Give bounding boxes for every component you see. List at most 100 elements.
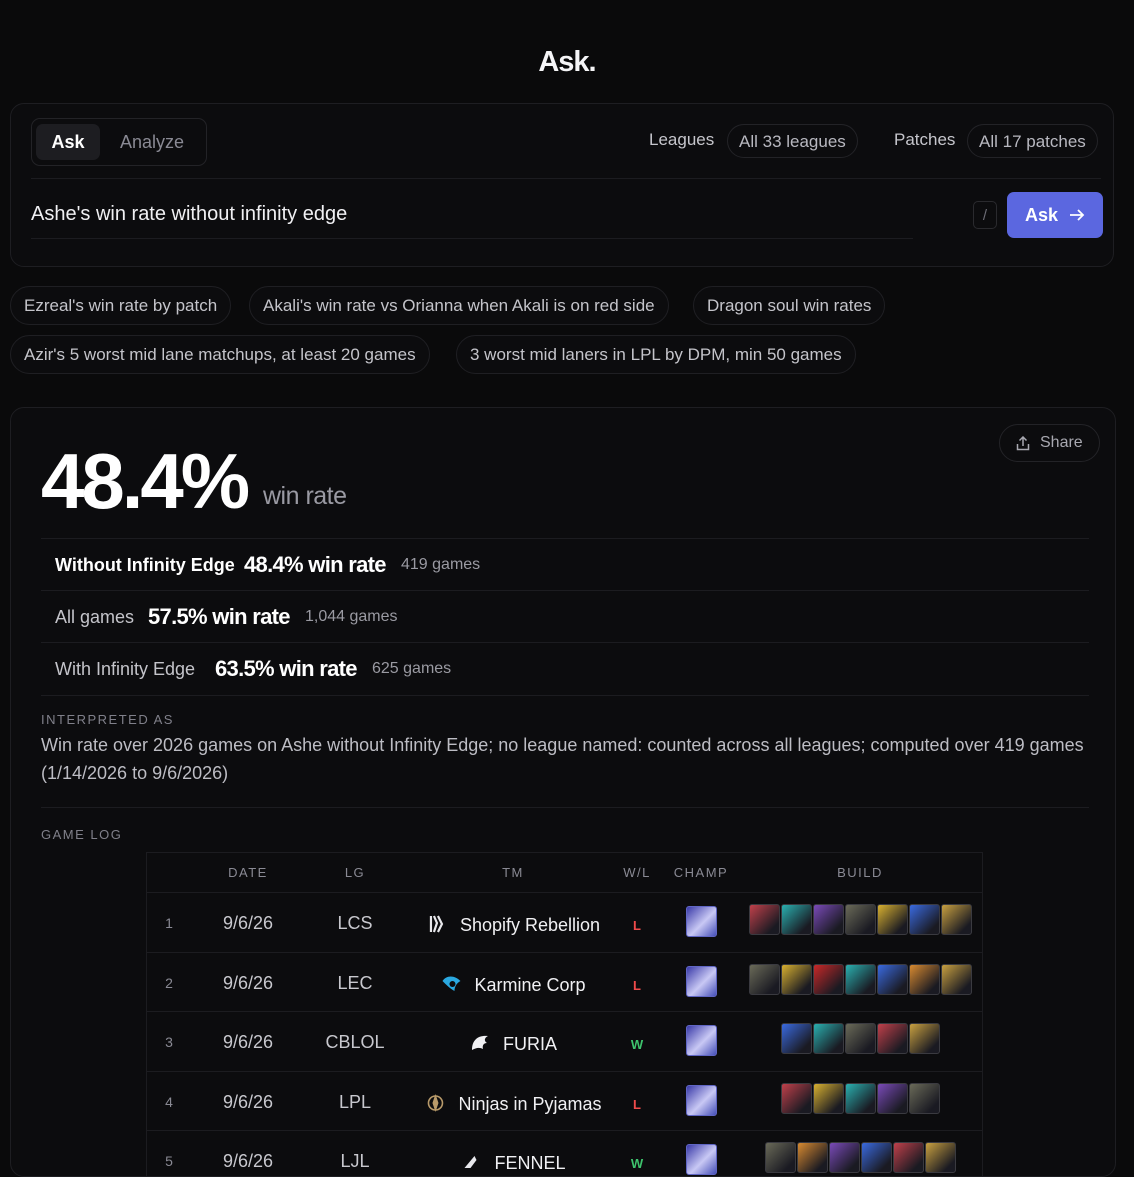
ask-submit-button[interactable]: Ask xyxy=(1007,192,1103,238)
table-row[interactable]: 1 9/6/26 LCS Shopify Rebellion L xyxy=(147,892,982,952)
row-date: 9/6/26 xyxy=(222,1151,274,1171)
item-icon xyxy=(796,1142,828,1173)
breakdown-value: 48.4% win rate xyxy=(244,552,387,577)
item-icon xyxy=(908,1023,940,1054)
row-team: Karmine Corp xyxy=(440,973,586,996)
ask-panel: Ask Analyze Leagues All 33 leagues Patch… xyxy=(10,103,1114,267)
patches-filter[interactable]: All 17 patches xyxy=(967,124,1098,158)
suggestion-chip[interactable]: Dragon soul win rates xyxy=(693,286,886,325)
item-icon xyxy=(812,963,844,995)
item-icon xyxy=(940,963,972,995)
row-team: Shopify Rebellion xyxy=(426,913,600,936)
item-build xyxy=(764,1142,956,1173)
row-result: W xyxy=(630,1156,644,1171)
leagues-filter[interactable]: All 33 leagues xyxy=(727,124,858,158)
table-row[interactable]: 5 9/6/26 LJL FENNEL W xyxy=(147,1130,982,1176)
suggestion-chip[interactable]: Azir's 5 worst mid lane matchups, at lea… xyxy=(10,335,430,374)
item-icon xyxy=(748,904,780,935)
share-label: Share xyxy=(1040,434,1083,451)
item-icon xyxy=(828,1142,860,1173)
row-result: L xyxy=(633,977,641,993)
shortcut-hint: / xyxy=(973,201,997,229)
item-icon xyxy=(812,1023,844,1054)
row-result: L xyxy=(633,1096,641,1112)
table-row[interactable]: 3 9/6/26 CBLOL FURIA W xyxy=(147,1011,982,1071)
champion-icon xyxy=(686,1084,717,1116)
item-icon xyxy=(908,963,940,995)
item-icon xyxy=(876,904,908,935)
table-row[interactable]: 4 9/6/26 LPL Ninjas in Pyjamas L xyxy=(147,1070,982,1131)
item-icon xyxy=(892,1142,924,1173)
team-logo-icon xyxy=(469,1032,491,1054)
champion-icon xyxy=(686,1144,717,1175)
game-log-table: DATE LG TM W/L CHAMP BUILD 1 9/6/26 LCS Sho… xyxy=(146,852,983,1176)
leagues-label: Leagues xyxy=(649,130,715,149)
champion-icon xyxy=(686,906,717,937)
share-icon xyxy=(1016,436,1030,451)
item-icon xyxy=(908,1082,940,1114)
row-date: 9/6/26 xyxy=(222,913,274,933)
col-date: DATE xyxy=(228,865,268,880)
interpreted-label: INTERPRETED AS xyxy=(41,712,174,727)
item-build xyxy=(748,963,972,995)
team-logo-icon xyxy=(460,1151,482,1173)
item-icon xyxy=(780,1023,812,1054)
team-name: FURIA xyxy=(503,1034,557,1054)
row-league: LEC xyxy=(337,972,373,993)
col-league: LG xyxy=(344,865,366,880)
interpreted-text: Win rate over 2026 games on Ashe without… xyxy=(41,735,1084,783)
breakdown-label: All games xyxy=(55,607,135,627)
suggestion-chip[interactable]: Ezreal's win rate by patch xyxy=(10,286,232,325)
item-icon xyxy=(908,904,940,935)
row-index: 1 xyxy=(165,915,173,931)
row-league: LPL xyxy=(338,1091,372,1112)
share-button[interactable]: Share xyxy=(999,424,1100,462)
suggestion-chip[interactable]: Akali's win rate vs Orianna when Akali i… xyxy=(249,286,669,325)
breakdown-label: With Infinity Edge xyxy=(55,659,196,679)
champion-icon xyxy=(686,1025,717,1056)
tab-analyze[interactable]: Analyze xyxy=(120,124,184,160)
app-title: Ask. xyxy=(538,46,596,78)
row-league: CBLOL xyxy=(325,1032,385,1052)
col-build: BUILD xyxy=(837,865,883,880)
col-result: W/L xyxy=(623,865,651,880)
item-icon xyxy=(876,1082,908,1114)
team-name: FENNEL xyxy=(494,1153,566,1173)
result-card: Share 48.4% win rate Without Infinity Ed… xyxy=(10,407,1116,1177)
item-icon xyxy=(940,904,972,935)
item-build xyxy=(780,1023,940,1054)
item-icon xyxy=(844,904,876,935)
item-icon xyxy=(844,963,876,995)
team-name: Shopify Rebellion xyxy=(459,915,601,935)
row-date: 9/6/26 xyxy=(222,972,274,993)
query-input[interactable]: Ashe's win rate without infinity edge xyxy=(31,203,347,226)
item-icon xyxy=(876,963,908,995)
breakdown-games: 1,044 games xyxy=(305,608,398,625)
row-index: 4 xyxy=(165,1093,173,1110)
table-row[interactable]: 2 9/6/26 LEC Karmine Corp L xyxy=(147,951,982,1012)
patches-label: Patches xyxy=(894,130,956,149)
row-index: 5 xyxy=(165,1153,173,1169)
breakdown-label: Without Infinity Edge xyxy=(55,555,235,575)
arrow-right-icon xyxy=(1070,209,1085,221)
input-underline xyxy=(31,238,913,239)
breakdown-row: All games 57.5% win rate 1,044 games xyxy=(41,590,1089,643)
item-icon xyxy=(876,1023,908,1054)
tab-ask[interactable]: Ask xyxy=(36,124,100,160)
col-champ: CHAMP xyxy=(673,865,729,880)
section-divider xyxy=(41,807,1089,808)
item-icon xyxy=(780,1082,812,1114)
item-icon xyxy=(748,963,780,995)
row-team: FENNEL xyxy=(460,1151,566,1174)
suggestion-chip[interactable]: 3 worst mid laners in LPL by DPM, min 50… xyxy=(456,335,856,374)
breakdown-value: 63.5% win rate xyxy=(215,656,358,681)
breakdown-games: 625 games xyxy=(372,660,452,677)
team-name: Ninjas in Pyjamas xyxy=(458,1093,602,1114)
champion-icon xyxy=(686,965,717,997)
item-icon xyxy=(844,1023,876,1054)
item-icon xyxy=(844,1082,876,1114)
row-index: 2 xyxy=(165,974,173,991)
item-icon xyxy=(812,1082,844,1114)
row-league: LCS xyxy=(337,913,373,933)
row-result: W xyxy=(630,1037,644,1052)
